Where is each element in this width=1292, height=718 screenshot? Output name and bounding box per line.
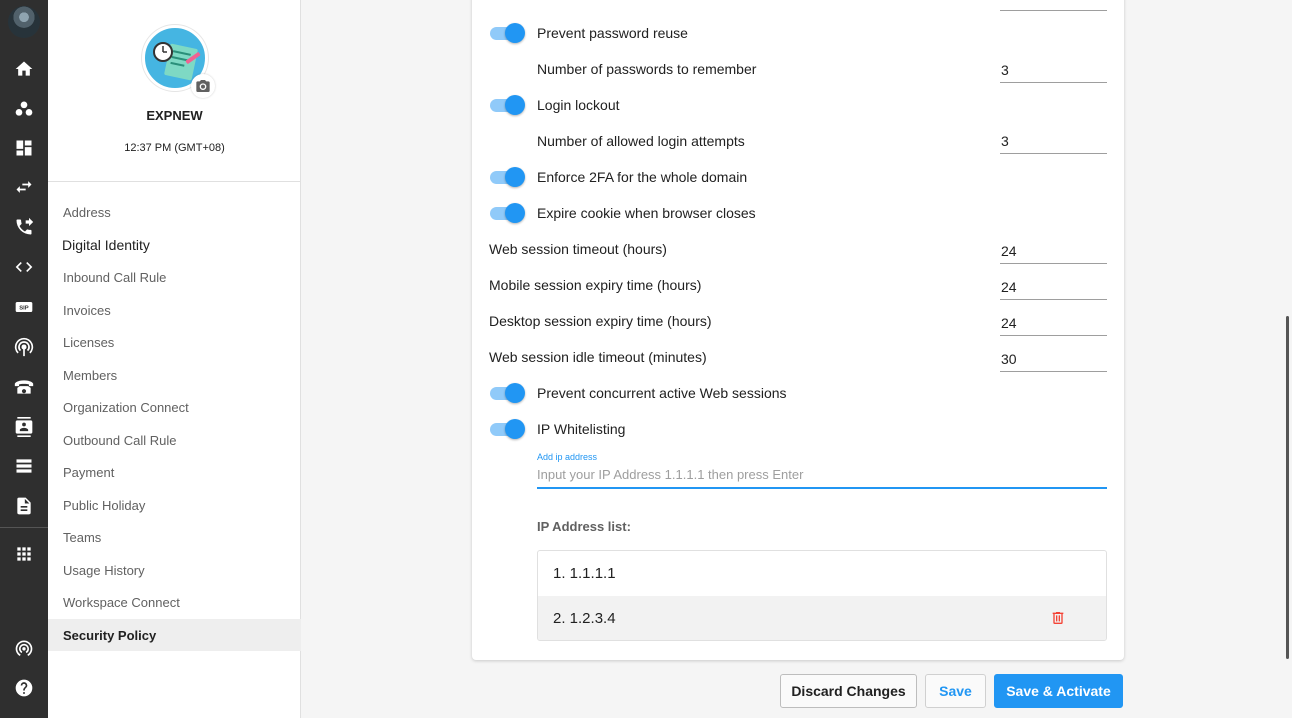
nav-item-teams[interactable]: Teams [48,521,301,553]
nav-item-workspace-connect[interactable]: Workspace Connect [48,586,301,618]
passwords-to-remember-label: Number of passwords to remember [537,61,757,77]
nav-item-inbound-call-rule[interactable]: Inbound Call Rule [48,261,301,293]
mobile-session-expiry-label: Mobile session expiry time (hours) [489,277,702,293]
page-scrollbar[interactable] [1286,316,1289,659]
desktop-session-expiry-input[interactable]: 24 [1000,314,1107,336]
phone-forward-icon[interactable] [0,209,48,245]
help-icon[interactable] [0,670,48,706]
change-photo-button[interactable] [191,74,215,98]
login-lockout-label: Login lockout [537,97,620,113]
prevent-password-reuse-label: Prevent password reuse [537,25,688,41]
apps-icon[interactable] [0,536,48,572]
nav-item-licenses[interactable]: Licenses [48,326,301,358]
swap-icon[interactable] [0,169,48,205]
nav-item-public-holiday[interactable]: Public Holiday [48,489,301,521]
ip-list-item[interactable]: 2. 1.2.3.4 [538,596,1106,640]
enforce-2fa-toggle[interactable] [488,167,526,187]
ip-address-list: 1. 1.1.1.1 2. 1.2.3.4 [537,550,1107,641]
broadcast-icon[interactable] [0,630,48,666]
ip-whitelisting-label: IP Whitelisting [537,421,626,437]
login-lockout-toggle[interactable] [488,95,526,115]
add-ip-input[interactable]: Input your IP Address 1.1.1.1 then press… [537,465,1107,489]
web-session-timeout-label: Web session timeout (hours) [489,241,667,257]
nav-item-invoices[interactable]: Invoices [48,294,301,326]
desktop-session-expiry-label: Desktop session expiry time (hours) [489,313,712,329]
enforce-2fa-label: Enforce 2FA for the whole domain [537,169,748,185]
document-icon[interactable] [0,488,48,524]
web-session-timeout-input[interactable]: 24 [1000,242,1107,264]
nav-item-security-policy[interactable]: Security Policy [48,619,301,651]
nav-item-usage-history[interactable]: Usage History [48,554,301,586]
sidebar-divider [48,181,301,182]
allowed-login-attempts-label: Number of allowed login attempts [537,133,745,149]
organization-local-time: 12:37 PM (GMT+08) [124,142,225,154]
rail-divider [0,527,48,528]
nav-item-organization-connect[interactable]: Organization Connect [48,391,301,423]
ip-list-title: IP Address list: [537,519,631,534]
prevent-password-reuse-toggle[interactable] [488,23,526,43]
web-idle-timeout-input[interactable]: 30 [1000,350,1107,372]
allowed-login-attempts-input[interactable]: 3 [1000,132,1107,154]
telephone-icon[interactable] [0,369,48,405]
mobile-session-expiry-input[interactable]: 24 [1000,278,1107,300]
nav-item-address[interactable]: Address [48,196,301,228]
cut-off-field-underline [1000,10,1107,11]
ip-list-item-text: 2. 1.2.3.4 [553,610,616,627]
passwords-to-remember-input[interactable]: 3 [1000,61,1107,83]
antenna-icon[interactable] [0,329,48,365]
code-icon[interactable] [0,249,48,285]
prevent-concurrent-sessions-toggle[interactable] [488,383,526,403]
discard-changes-button[interactable]: Discard Changes [780,674,917,708]
add-ip-field-label: Add ip address [537,452,598,462]
list-icon[interactable] [0,448,48,484]
groups-icon[interactable] [0,91,48,127]
nav-item-digital-identity[interactable]: Digital Identity [48,229,301,261]
home-icon[interactable] [0,51,48,87]
prevent-concurrent-sessions-label: Prevent concurrent active Web sessions [537,385,787,401]
expire-cookie-toggle[interactable] [488,203,526,223]
camera-icon [196,80,210,92]
web-idle-timeout-label: Web session idle timeout (minutes) [489,349,707,365]
settings-sidebar: EXPNEW 12:37 PM (GMT+08) Address Digital… [48,0,301,718]
nav-item-payment[interactable]: Payment [48,456,301,488]
dashboard-icon[interactable] [0,130,48,166]
svg-text:SIP: SIP [19,306,29,312]
save-and-activate-button[interactable]: Save & Activate [994,674,1123,708]
nav-item-members[interactable]: Members [48,359,301,391]
icon-rail: SIP [0,0,48,718]
ip-whitelisting-toggle[interactable] [488,419,526,439]
user-avatar[interactable] [8,6,40,38]
sip-icon[interactable]: SIP [0,289,48,325]
ip-list-item-text: 1. 1.1.1.1 [553,565,616,582]
contact-icon[interactable] [0,409,48,445]
nav-item-outbound-call-rule[interactable]: Outbound Call Rule [48,424,301,456]
delete-icon[interactable] [1050,610,1066,626]
organization-name: EXPNEW [146,108,203,123]
ip-list-item[interactable]: 1. 1.1.1.1 [538,551,1106,596]
expire-cookie-label: Expire cookie when browser closes [537,205,756,221]
save-button[interactable]: Save [925,674,986,708]
